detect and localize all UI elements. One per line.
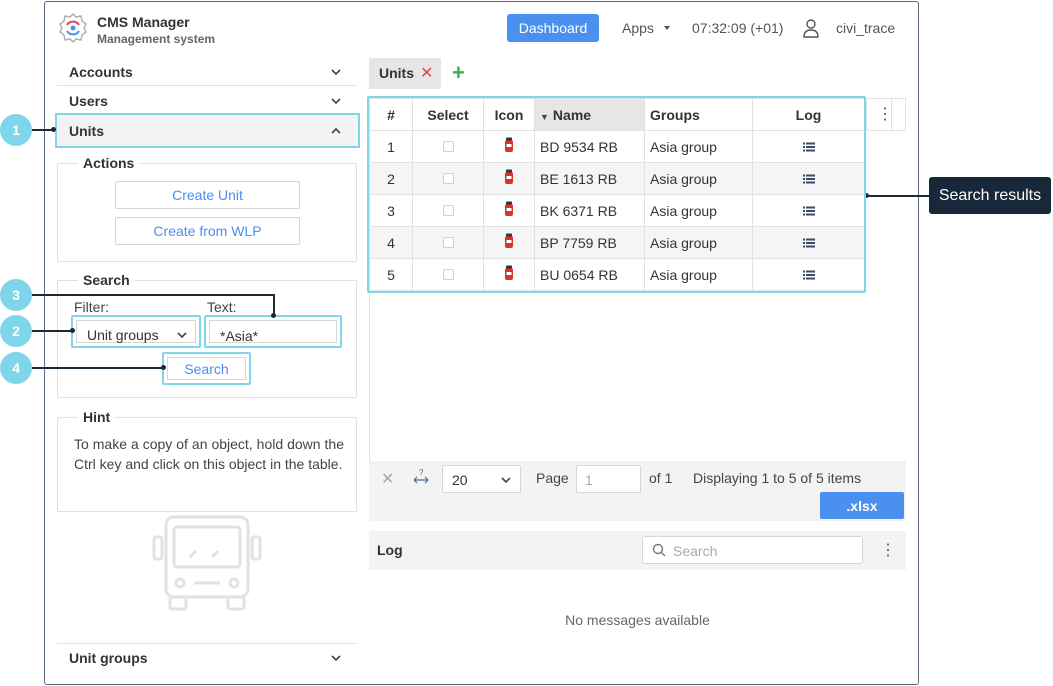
log-header: Log Search ⋮ xyxy=(369,531,906,570)
svg-text:?: ? xyxy=(419,468,424,477)
sidebar-item-unit-groups[interactable]: Unit groups xyxy=(57,643,357,671)
kebab-icon[interactable]: ⋮ xyxy=(880,543,896,559)
add-tab-icon[interactable]: + xyxy=(452,60,465,86)
log-title: Log xyxy=(377,542,403,558)
sidebar-item-users[interactable]: Users xyxy=(57,87,357,115)
page-label: Page xyxy=(536,470,569,486)
chevron-down-icon xyxy=(331,69,341,76)
chevron-down-icon xyxy=(177,332,187,339)
sidebar-item-label: Unit groups xyxy=(69,650,148,666)
column-menu-cell[interactable]: ⋮ xyxy=(866,98,893,131)
filter-select-value: Unit groups xyxy=(87,327,159,343)
dashboard-button[interactable]: Dashboard xyxy=(507,14,599,42)
caret-down-icon[interactable] xyxy=(664,26,670,30)
page-input[interactable]: 1 xyxy=(576,465,641,493)
fit-columns-icon[interactable]: ? xyxy=(412,468,430,486)
callout-dot xyxy=(161,365,166,370)
callout-line xyxy=(32,367,163,369)
app-subtitle: Management system xyxy=(97,32,216,46)
sidebar-item-label: Users xyxy=(69,93,108,109)
tab-units[interactable]: Units ✕ xyxy=(369,58,441,89)
search-text-value: *Asia* xyxy=(220,328,259,344)
app-logo-icon xyxy=(59,12,87,44)
create-from-wlp-button[interactable]: Create from WLP xyxy=(115,217,300,245)
filter-label: Filter: xyxy=(74,299,109,315)
search-results-tag: Search results xyxy=(929,177,1051,214)
filter-select[interactable]: Unit groups xyxy=(71,315,201,348)
pagination-bar: ✕ ? 20 Page 1 of 1 Displaying 1 to 5 of … xyxy=(369,461,906,521)
page-input-value: 1 xyxy=(585,472,593,488)
sidebar-item-accounts[interactable]: Accounts xyxy=(57,58,357,86)
sidebar-item-label: Accounts xyxy=(69,64,133,80)
search-icon xyxy=(652,543,666,557)
callout-line xyxy=(867,195,929,197)
actions-group: Actions Create Unit Create from WLP xyxy=(57,155,357,262)
search-results-highlight xyxy=(367,96,866,293)
log-empty-message: No messages available xyxy=(565,612,710,628)
sidebar-item-units[interactable]: Units xyxy=(55,113,360,148)
chevron-down-icon xyxy=(331,655,341,662)
callout-4: 4 xyxy=(0,352,32,384)
page-size-select[interactable]: 20 xyxy=(442,465,521,493)
user-icon[interactable] xyxy=(802,18,820,38)
chevron-down-icon xyxy=(331,98,341,105)
callout-3: 3 xyxy=(0,279,32,311)
log-search-input[interactable]: Search xyxy=(642,536,863,564)
clock: 07:32:09 (+01) xyxy=(692,20,784,36)
search-title: Search xyxy=(78,272,135,288)
log-search-placeholder: Search xyxy=(673,543,718,559)
app-title: CMS Manager xyxy=(97,14,190,30)
text-label: Text: xyxy=(207,299,237,315)
callout-2: 2 xyxy=(0,315,32,347)
hint-title: Hint xyxy=(78,409,116,425)
clear-icon[interactable]: ✕ xyxy=(381,469,394,489)
hint-group: Hint To make a copy of an object, hold d… xyxy=(57,409,357,512)
header-spacer xyxy=(892,98,906,131)
page-total: of 1 xyxy=(649,470,673,486)
sidebar-item-label: Units xyxy=(69,123,104,139)
chevron-up-icon xyxy=(331,127,341,134)
apps-menu[interactable]: Apps xyxy=(622,20,654,36)
search-text-input[interactable]: *Asia* xyxy=(204,315,342,348)
callout-1: 1 xyxy=(0,114,32,146)
search-button-highlight: Search xyxy=(162,352,251,385)
callout-dot xyxy=(271,313,276,318)
callout-dot xyxy=(70,328,75,333)
chevron-down-icon xyxy=(501,477,511,484)
export-xlsx-button[interactable]: .xlsx xyxy=(820,492,904,519)
bus-illustration-icon xyxy=(152,515,262,611)
search-button[interactable]: Search xyxy=(167,357,246,380)
display-info: Displaying 1 to 5 of 5 items xyxy=(693,470,862,486)
callout-line xyxy=(32,129,53,131)
callout-line xyxy=(32,330,72,332)
actions-title: Actions xyxy=(78,155,140,171)
tab-label: Units xyxy=(379,65,414,81)
create-unit-button[interactable]: Create Unit xyxy=(115,181,300,209)
divider xyxy=(369,293,370,461)
kebab-icon[interactable]: ⋮ xyxy=(877,107,893,123)
close-icon[interactable]: ✕ xyxy=(420,63,433,83)
callout-line xyxy=(32,294,274,296)
callout-dot xyxy=(51,127,56,132)
page-size-value: 20 xyxy=(452,472,468,488)
hint-text: To make a copy of an object, hold down t… xyxy=(74,436,344,472)
username[interactable]: civi_trace xyxy=(836,20,895,36)
